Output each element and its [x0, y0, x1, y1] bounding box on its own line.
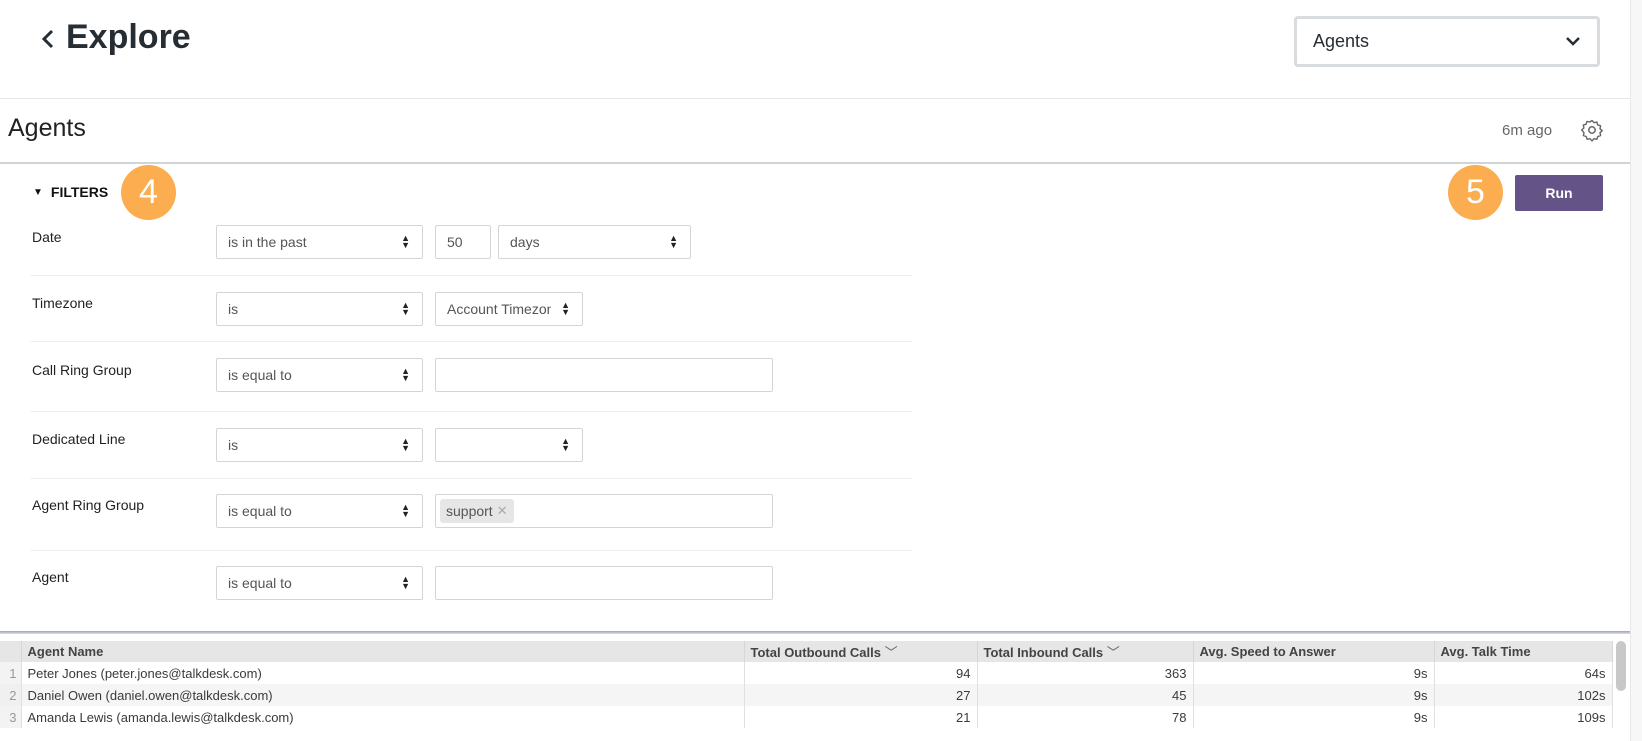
talk-time-cell: 109s: [1434, 706, 1613, 728]
select-value: is: [228, 437, 239, 453]
title-divider: [0, 162, 1630, 164]
inbound-cell: 363: [977, 662, 1194, 684]
explore-select[interactable]: Agents: [1294, 16, 1600, 67]
chevron-down-icon: [1566, 37, 1580, 46]
column-header-speed[interactable]: Avg. Speed to Answer: [1193, 641, 1435, 662]
header-divider: [0, 98, 1630, 99]
select-value: is equal to: [228, 503, 292, 519]
filter-label-timezone: Timezone: [32, 295, 93, 311]
gear-icon: [1581, 119, 1603, 142]
updown-icon: ▲ ▼: [401, 436, 410, 453]
outbound-cell: 94: [744, 662, 978, 684]
back-button[interactable]: [36, 22, 60, 56]
column-header-talk-time[interactable]: Avg. Talk Time: [1434, 641, 1613, 662]
filters-toggle[interactable]: ▼ FILTERS: [33, 184, 108, 200]
column-header-inbound[interactable]: Total Inbound Calls ﹀: [977, 641, 1194, 662]
updown-icon: ▲ ▼: [401, 502, 410, 519]
sort-desc-icon: ﹀: [1106, 645, 1120, 660]
table-row: 3 Amanda Lewis (amanda.lewis@talkdesk.co…: [0, 706, 1613, 728]
results-table: Agent Name Total Outbound Calls ﹀ Total …: [0, 641, 1613, 728]
chevron-left-icon: [41, 29, 54, 49]
updown-icon: ▲ ▼: [401, 366, 410, 383]
last-run-time: 6m ago: [1502, 122, 1553, 139]
agent-ring-group-input[interactable]: support ✕: [435, 494, 773, 528]
inbound-cell: 45: [977, 684, 1194, 706]
explore-select-value: Agents: [1313, 31, 1370, 51]
select-value: Account Timezone: [447, 301, 551, 317]
outbound-cell: 21: [744, 706, 978, 728]
sort-desc-icon: ﹀: [884, 645, 898, 660]
chip-label: support: [446, 503, 493, 519]
table-row: 2 Daniel Owen (daniel.owen@talkdesk.com)…: [0, 684, 1613, 706]
select-value: is equal to: [228, 367, 292, 383]
row-number: 3: [0, 706, 22, 728]
filter-row-divider: [30, 478, 912, 479]
updown-icon: ▲ ▼: [561, 300, 570, 317]
select-value: is equal to: [228, 575, 292, 591]
annotation-badge-4: 4: [121, 165, 176, 220]
select-value: is: [228, 301, 239, 317]
updown-icon: ▲ ▼: [401, 574, 410, 591]
date-unit-select[interactable]: days ▲ ▼: [498, 225, 691, 259]
outbound-cell: 27: [744, 684, 978, 706]
agent-name-cell: Amanda Lewis (amanda.lewis@talkdesk.com): [21, 706, 745, 728]
filter-row-divider: [30, 341, 912, 342]
speed-cell: 9s: [1193, 662, 1435, 684]
filters-label: FILTERS: [50, 184, 109, 200]
updown-icon: ▲ ▼: [561, 436, 570, 453]
input-value: 50: [447, 234, 463, 250]
table-scrollbar[interactable]: [1616, 641, 1626, 691]
filter-row-divider: [30, 411, 912, 412]
agent-ring-group-operator-select[interactable]: is equal to ▲ ▼: [216, 494, 423, 528]
explore-name: Agents: [8, 114, 86, 142]
updown-icon: ▲ ▼: [401, 300, 410, 317]
filter-label-agent: Agent: [32, 569, 69, 585]
filter-chip: support ✕: [440, 499, 514, 523]
speed-cell: 9s: [1193, 706, 1435, 728]
filter-row-divider: [30, 550, 912, 551]
date-operator-select[interactable]: is in the past ▲ ▼: [216, 225, 423, 259]
call-ring-group-input[interactable]: [435, 358, 773, 392]
page-scrollbar-gutter[interactable]: [1630, 0, 1642, 741]
column-header-agent-name[interactable]: Agent Name: [21, 641, 745, 662]
agent-name-cell: Daniel Owen (daniel.owen@talkdesk.com): [21, 684, 745, 706]
settings-button[interactable]: [1580, 118, 1604, 142]
timezone-operator-select[interactable]: is ▲ ▼: [216, 292, 423, 326]
talk-time-cell: 102s: [1434, 684, 1613, 706]
remove-chip-icon[interactable]: ✕: [497, 503, 508, 519]
talk-time-cell: 64s: [1434, 662, 1613, 684]
row-number: 1: [0, 662, 22, 684]
timezone-value-select[interactable]: Account Timezone ▲ ▼: [435, 292, 583, 326]
filter-label-call-ring-group: Call Ring Group: [32, 362, 132, 378]
column-header-outbound[interactable]: Total Outbound Calls ﹀: [744, 641, 978, 662]
agent-input[interactable]: [435, 566, 773, 600]
page-title: Explore: [66, 18, 191, 56]
filter-label-dedicated-line: Dedicated Line: [32, 431, 126, 447]
header-label: Total Outbound Calls: [750, 645, 881, 660]
run-button[interactable]: Run: [1515, 175, 1603, 211]
speed-cell: 9s: [1193, 684, 1435, 706]
filter-row-divider: [30, 275, 912, 276]
row-number-header: [0, 641, 22, 662]
select-value: is in the past: [228, 234, 307, 250]
filter-label-date: Date: [32, 229, 62, 245]
annotation-badge-5: 5: [1448, 165, 1503, 220]
filter-label-agent-ring-group: Agent Ring Group: [32, 497, 145, 513]
select-value: days: [510, 234, 540, 250]
date-amount-input[interactable]: 50: [435, 225, 491, 259]
updown-icon: ▲ ▼: [669, 233, 678, 250]
table-row: 1 Peter Jones (peter.jones@talkdesk.com)…: [0, 662, 1613, 684]
updown-icon: ▲ ▼: [401, 233, 410, 250]
table-header-row: Agent Name Total Outbound Calls ﹀ Total …: [0, 641, 1613, 662]
agent-operator-select[interactable]: is equal to ▲ ▼: [216, 566, 423, 600]
call-ring-group-operator-select[interactable]: is equal to ▲ ▼: [216, 358, 423, 392]
dedicated-line-operator-select[interactable]: is ▲ ▼: [216, 428, 423, 462]
row-number: 2: [0, 684, 22, 706]
inbound-cell: 78: [977, 706, 1194, 728]
header-label: Total Inbound Calls: [983, 645, 1104, 660]
results-divider: [0, 631, 1630, 634]
dedicated-line-value-select[interactable]: ▲ ▼: [435, 428, 583, 462]
caret-down-icon: ▼: [33, 186, 43, 198]
agent-name-cell: Peter Jones (peter.jones@talkdesk.com): [21, 662, 745, 684]
